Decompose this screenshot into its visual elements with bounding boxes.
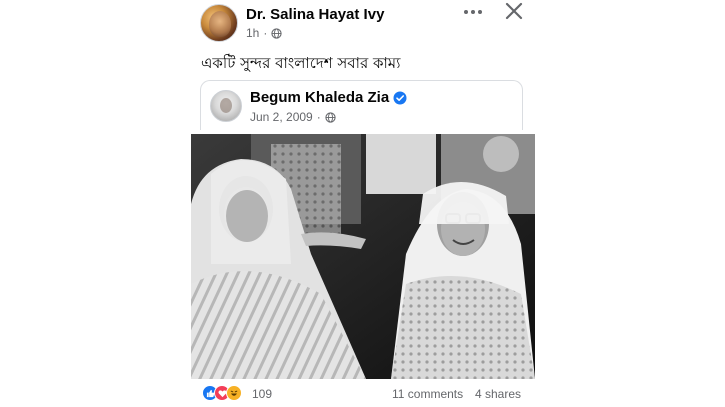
- post-text: একটি সুন্দর বাংলাদেশ সবার কাম্য: [201, 54, 401, 72]
- shared-post-card[interactable]: Begum Khaleda Zia Jun 2, 2009 ·: [200, 80, 523, 130]
- shared-author-avatar[interactable]: [210, 90, 242, 122]
- shares-count-link[interactable]: 4 shares: [475, 387, 521, 401]
- post-time[interactable]: 1h: [246, 26, 259, 40]
- post-footer: 109 11 comments 4 shares: [200, 384, 530, 404]
- shared-post-photo[interactable]: [191, 134, 535, 379]
- author-name[interactable]: Dr. Salina Hayat Ivy: [246, 6, 384, 23]
- reaction-count[interactable]: 109: [252, 387, 272, 401]
- reactions-summary[interactable]: [202, 385, 242, 401]
- photo-illustration: [191, 134, 535, 379]
- more-dot-icon: [478, 10, 482, 14]
- more-options-button[interactable]: [462, 4, 484, 20]
- globe-icon: [325, 111, 336, 123]
- verified-badge-icon: [393, 91, 407, 104]
- post-meta: 1h ·: [246, 26, 282, 40]
- haha-icon: [226, 385, 242, 401]
- shared-post-date[interactable]: Jun 2, 2009: [250, 110, 313, 124]
- shared-author-row: Begum Khaleda Zia: [250, 89, 407, 106]
- shared-author-name[interactable]: Begum Khaleda Zia: [250, 89, 389, 106]
- close-icon[interactable]: [503, 0, 525, 22]
- author-avatar[interactable]: [200, 4, 238, 42]
- shared-post-meta: Jun 2, 2009 ·: [250, 110, 336, 124]
- more-dot-icon: [464, 10, 468, 14]
- more-dot-icon: [471, 10, 475, 14]
- globe-icon: [271, 27, 282, 39]
- comments-count-link[interactable]: 11 comments: [392, 387, 463, 401]
